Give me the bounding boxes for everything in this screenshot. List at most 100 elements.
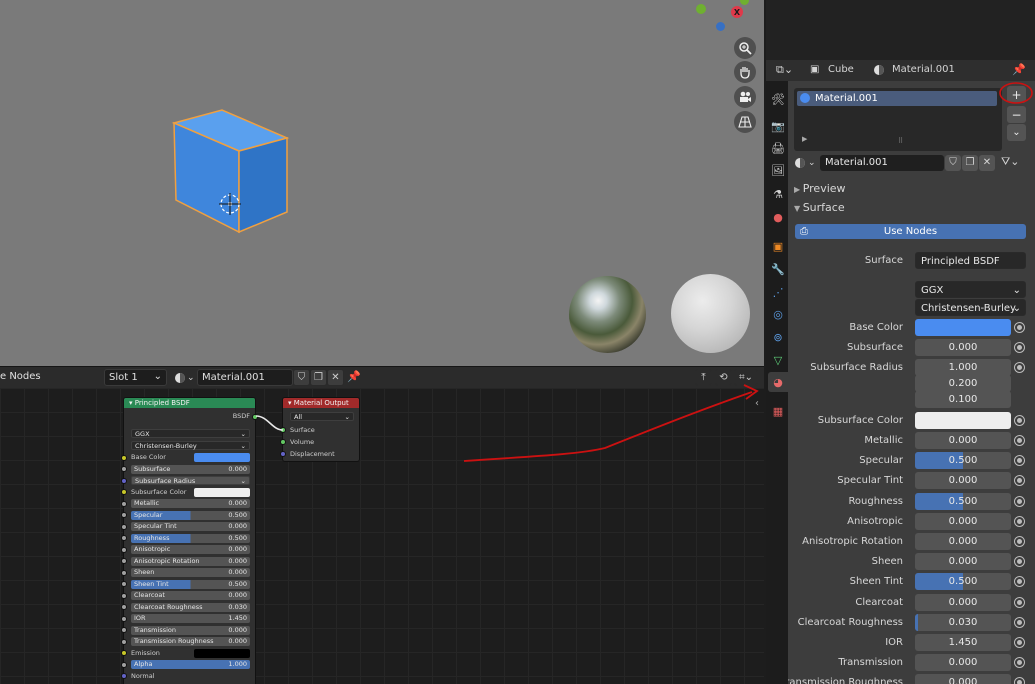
input-socket[interactable] — [121, 615, 127, 622]
object-tab-icon[interactable]: ▣ — [768, 236, 788, 256]
remove-slot-button[interactable]: − — [1007, 106, 1026, 123]
property-slider[interactable]: 0.000 — [915, 674, 1011, 684]
duplicate-icon[interactable]: ❐ — [962, 155, 978, 171]
node-input-row[interactable]: Transmission 0.000 — [131, 625, 250, 635]
color-swatch[interactable] — [194, 453, 250, 462]
property-slider[interactable]: 1.450 — [915, 634, 1011, 651]
principled-bsdf-node[interactable]: ▾ Principled BSDF BSDF GGX ⌄ Christensen-… — [121, 397, 258, 684]
property-slider[interactable]: 0.000 — [915, 553, 1011, 570]
node-editor-canvas[interactable]: ▾ Principled BSDF BSDF GGX ⌄ Christensen-… — [0, 388, 764, 684]
subsurface-radius-x[interactable]: 1.000 — [915, 359, 1011, 376]
input-socket[interactable] — [121, 466, 127, 472]
property-slider[interactable]: 0.000 — [915, 472, 1011, 489]
input-socket-icon[interactable] — [1014, 496, 1025, 507]
property-slider[interactable]: 0.000 — [915, 533, 1011, 550]
input-socket-icon[interactable] — [1014, 475, 1025, 486]
node-input-row[interactable]: Base Color — [131, 453, 250, 462]
node-title[interactable]: ▾ Principled BSDF — [124, 398, 255, 408]
input-socket[interactable] — [121, 558, 127, 564]
world-tab-icon[interactable]: ● — [768, 207, 788, 227]
input-socket-icon[interactable] — [1014, 637, 1025, 648]
texture-tab-icon[interactable]: ▦ — [768, 401, 788, 421]
expand-triangle-icon[interactable]: ▶ — [802, 135, 807, 143]
property-slider[interactable]: 0.000 — [915, 594, 1011, 611]
node-input-row[interactable]: Subsurface Color — [131, 487, 250, 497]
input-socket[interactable] — [121, 500, 127, 507]
input-socket[interactable] — [121, 523, 127, 530]
input-socket[interactable] — [121, 604, 127, 610]
sidebar-toggle-icon[interactable]: ‹ — [755, 398, 759, 409]
input-socket[interactable] — [121, 546, 127, 553]
close-icon[interactable]: ✕ — [979, 155, 995, 171]
surface-panel-header[interactable]: ▼ Surface — [788, 198, 1035, 217]
input-socket[interactable] — [121, 569, 127, 576]
fake-user-shield-icon[interactable]: ⛉ — [293, 369, 310, 386]
input-socket-icon[interactable] — [1014, 677, 1025, 684]
surface-socket[interactable] — [280, 427, 286, 433]
property-slider[interactable]: 0.500 — [915, 493, 1011, 510]
node-input-row[interactable]: Alpha 1.000 — [131, 660, 250, 669]
slot-dropdown[interactable]: Slot 1 ⌄ — [104, 369, 167, 386]
grid-ortho-icon[interactable] — [734, 111, 756, 133]
use-nodes-button[interactable]: ⎙ Use Nodes — [795, 224, 1026, 239]
subsurface-color-swatch[interactable] — [915, 412, 1011, 429]
input-socket[interactable] — [121, 535, 127, 541]
gizmo-x-axis[interactable]: X — [731, 6, 743, 18]
color-swatch[interactable] — [194, 648, 250, 658]
duplicate-icon[interactable]: ❐ — [310, 369, 327, 386]
subsurface-slider[interactable]: 0.000 — [915, 339, 1011, 356]
output-tab-icon[interactable]: 🖨 — [768, 138, 788, 158]
physics-tab-icon[interactable]: ◎ — [768, 304, 788, 324]
input-socket[interactable] — [121, 627, 127, 633]
resize-grip-icon[interactable]: ⠿ — [898, 137, 903, 145]
base-color-swatch[interactable] — [915, 319, 1011, 336]
list-item[interactable]: Material.001 — [797, 91, 997, 106]
property-slider[interactable]: 0.030 — [915, 614, 1011, 631]
slot-specials-button[interactable]: ⌄ — [1007, 124, 1026, 141]
pin-icon[interactable]: 📌 — [1012, 63, 1026, 76]
subsurface-method-dropdown[interactable]: Christensen-Burley ⌄ — [131, 441, 250, 450]
node-input-row[interactable]: Emission — [131, 648, 250, 658]
surface-shader-dropdown[interactable]: Principled BSDF — [915, 252, 1026, 269]
input-socket[interactable] — [121, 581, 127, 587]
material-browse-button[interactable]: ⌄ — [174, 370, 196, 386]
node-input-row[interactable]: Anisotropic 0.000 — [131, 545, 250, 554]
input-socket-icon[interactable] — [1014, 597, 1025, 608]
view-layer-tab-icon[interactable]: 🖼 — [768, 160, 788, 180]
material-tab-icon[interactable]: ◕ — [768, 372, 788, 392]
node-input-row[interactable]: Specular Tint 0.000 — [131, 522, 250, 531]
distribution-dropdown[interactable]: GGX ⌄ — [915, 281, 1026, 298]
node-input-row[interactable]: IOR 1.450 — [131, 614, 250, 623]
material-slot-list[interactable]: Material.001 ▶ ⠿ — [794, 88, 1002, 151]
input-socket[interactable] — [121, 661, 127, 668]
material-output-node[interactable]: ▾ Material Output All ⌄ Surface Volume Di… — [280, 397, 360, 462]
output-target-dropdown[interactable]: All ⌄ — [290, 412, 354, 421]
snap-icon[interactable]: ⟲ — [715, 369, 732, 386]
input-socket-icon[interactable] — [1014, 617, 1025, 628]
close-icon[interactable]: ✕ — [327, 369, 344, 386]
input-socket-icon[interactable] — [1014, 556, 1025, 567]
input-socket-icon[interactable] — [1014, 536, 1025, 547]
preview-panel-header[interactable]: ▶ Preview — [788, 179, 1035, 198]
subsurface-method-dropdown[interactable]: Christensen-Burley ⌄ — [915, 299, 1026, 316]
gizmo-neg-z-axis[interactable] — [716, 22, 725, 31]
node-input-row[interactable]: Clearcoat 0.000 — [131, 591, 250, 600]
node-input-row[interactable]: Roughness 0.500 — [131, 533, 250, 543]
tool-tab-icon[interactable]: 🛠 — [768, 89, 788, 109]
fake-user-shield-icon[interactable]: ⛉ — [945, 155, 961, 171]
input-socket[interactable] — [121, 638, 127, 645]
node-input-row[interactable]: Subsurface Radius ⌄ — [131, 476, 250, 485]
color-swatch[interactable] — [194, 487, 250, 497]
material-name-field[interactable]: Material.001 — [820, 155, 944, 171]
material-name-field[interactable]: Material.001 — [197, 369, 293, 386]
node-input-row[interactable]: Subsurface 0.000 — [131, 464, 250, 474]
3d-viewport[interactable]: X — [0, 0, 764, 366]
volume-socket[interactable] — [280, 439, 286, 445]
subsurface-radius-z[interactable]: 0.100 — [915, 391, 1011, 408]
input-socket-icon[interactable] — [1014, 576, 1025, 587]
particles-tab-icon[interactable]: ⋰ — [768, 282, 788, 302]
property-slider[interactable]: 0.000 — [915, 432, 1011, 449]
node-input-row[interactable]: Metallic 0.000 — [131, 499, 250, 508]
gizmo-y-axis[interactable] — [696, 4, 706, 14]
input-socket[interactable] — [121, 592, 127, 599]
